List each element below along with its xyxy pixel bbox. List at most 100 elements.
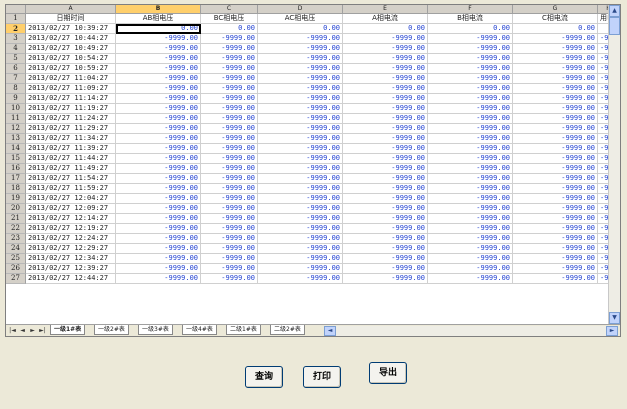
scroll-left-button[interactable]: ◄	[324, 326, 336, 336]
value-cell[interactable]: -9999.00	[201, 124, 258, 134]
row-number[interactable]: 9	[6, 94, 26, 104]
sheet-tab[interactable]: 二级1#表	[226, 325, 261, 335]
column-title[interactable]: BC相电压	[201, 14, 258, 24]
value-cell[interactable]: -9999.00	[258, 54, 343, 64]
value-cell[interactable]: -9999.00	[428, 104, 513, 114]
value-cell[interactable]: -9999.00	[428, 64, 513, 74]
value-cell[interactable]: -9999.00	[513, 64, 598, 74]
row-number[interactable]: 6	[6, 64, 26, 74]
value-cell[interactable]: -9999.00	[201, 74, 258, 84]
value-cell[interactable]: -9999.00	[343, 264, 428, 274]
value-cell[interactable]: -9999.00	[343, 154, 428, 164]
datetime-cell[interactable]: 2013/02/27 11:44:27	[26, 154, 116, 164]
value-cell[interactable]: -9999.00	[201, 224, 258, 234]
value-cell[interactable]: -9999.00	[258, 214, 343, 224]
value-cell[interactable]: -9999.00	[201, 264, 258, 274]
column-letter-f[interactable]: F	[428, 5, 513, 14]
value-cell[interactable]: 0.00	[428, 24, 513, 34]
value-cell[interactable]: -9999.00	[428, 214, 513, 224]
value-cell[interactable]: -9999.00	[343, 44, 428, 54]
column-title[interactable]: AC相电压	[258, 14, 343, 24]
datetime-cell[interactable]: 2013/02/27 12:29:27	[26, 244, 116, 254]
row-number[interactable]: 10	[6, 104, 26, 114]
row-number[interactable]: 13	[6, 134, 26, 144]
value-cell[interactable]: -9999.00	[428, 204, 513, 214]
row-number[interactable]: 7	[6, 74, 26, 84]
select-all-corner[interactable]	[6, 5, 26, 14]
value-cell[interactable]: -9999.00	[428, 124, 513, 134]
row-number[interactable]: 22	[6, 224, 26, 234]
datetime-cell[interactable]: 2013/02/27 11:59:27	[26, 184, 116, 194]
value-cell[interactable]: -9999.00	[343, 274, 428, 284]
value-cell[interactable]: -9999.00	[201, 144, 258, 154]
value-cell[interactable]: -9999.00	[513, 144, 598, 154]
value-cell[interactable]: -9999.00	[428, 94, 513, 104]
value-cell[interactable]: -9999.00	[116, 94, 201, 104]
row-number[interactable]: 8	[6, 84, 26, 94]
datetime-cell[interactable]: 2013/02/27 12:09:27	[26, 204, 116, 214]
value-cell[interactable]: -9999.00	[116, 194, 201, 204]
datetime-cell[interactable]: 2013/02/27 11:19:27	[26, 104, 116, 114]
sheet-tab[interactable]: 二级2#表	[270, 325, 305, 335]
value-cell[interactable]: -9999.00	[513, 254, 598, 264]
value-cell[interactable]: -9999.00	[116, 204, 201, 214]
value-cell[interactable]: -9999.00	[513, 164, 598, 174]
value-cell[interactable]: -9999.00	[116, 74, 201, 84]
value-cell[interactable]: -9999.00	[258, 194, 343, 204]
value-cell[interactable]: -9999.00	[258, 264, 343, 274]
value-cell[interactable]: -9999.00	[428, 184, 513, 194]
value-cell[interactable]: -9999.00	[428, 234, 513, 244]
value-cell[interactable]: -9999.00	[428, 34, 513, 44]
value-cell[interactable]: -9999.00	[201, 154, 258, 164]
value-cell[interactable]: -9999.00	[343, 34, 428, 44]
value-cell[interactable]: -9999.00	[343, 94, 428, 104]
value-cell[interactable]: -9999.00	[258, 254, 343, 264]
scroll-down-button[interactable]: ▼	[609, 312, 620, 324]
value-cell[interactable]: -9999.00	[343, 164, 428, 174]
value-cell[interactable]: -9999.00	[258, 204, 343, 214]
value-cell[interactable]: -9999.00	[258, 74, 343, 84]
sheet-tab[interactable]: 一级2#表	[94, 325, 129, 335]
value-cell[interactable]: -9999.00	[428, 84, 513, 94]
value-cell[interactable]: -9999.00	[513, 84, 598, 94]
datetime-cell[interactable]: 2013/02/27 11:49:27	[26, 164, 116, 174]
value-cell[interactable]: -9999.00	[513, 34, 598, 44]
datetime-cell[interactable]: 2013/02/27 12:14:27	[26, 214, 116, 224]
row-number[interactable]: 23	[6, 234, 26, 244]
value-cell[interactable]: -9999.00	[116, 254, 201, 264]
row-number[interactable]: 1	[6, 14, 26, 24]
print-button[interactable]: 打印	[303, 366, 341, 388]
column-title[interactable]: A相电流	[343, 14, 428, 24]
value-cell[interactable]: -9999.00	[116, 244, 201, 254]
value-cell[interactable]: -9999.00	[513, 114, 598, 124]
value-cell[interactable]: -9999.00	[513, 44, 598, 54]
row-number[interactable]: 5	[6, 54, 26, 64]
nav-first-sheet-button[interactable]: |◄	[8, 326, 17, 335]
value-cell[interactable]: -9999.00	[513, 134, 598, 144]
nav-prev-sheet-button[interactable]: ◄	[18, 326, 27, 335]
value-cell[interactable]: -9999.00	[258, 114, 343, 124]
value-cell[interactable]: -9999.00	[428, 134, 513, 144]
value-cell[interactable]: -9999.00	[343, 134, 428, 144]
value-cell[interactable]: -9999.00	[201, 194, 258, 204]
value-cell[interactable]: -9999.00	[116, 104, 201, 114]
row-number[interactable]: 20	[6, 204, 26, 214]
column-letter-g[interactable]: G	[513, 5, 598, 14]
column-letter-b[interactable]: B	[116, 5, 201, 14]
row-number[interactable]: 26	[6, 264, 26, 274]
value-cell[interactable]: -9999.00	[513, 174, 598, 184]
value-cell[interactable]: -9999.00	[116, 114, 201, 124]
value-cell[interactable]: -9999.00	[258, 274, 343, 284]
vertical-scroll-thumb[interactable]	[609, 17, 620, 35]
row-number[interactable]: 21	[6, 214, 26, 224]
column-letter-a[interactable]: A	[26, 5, 116, 14]
query-button[interactable]: 查询	[245, 366, 283, 388]
value-cell[interactable]: -9999.00	[258, 104, 343, 114]
value-cell[interactable]: -9999.00	[343, 174, 428, 184]
value-cell[interactable]: -9999.00	[428, 274, 513, 284]
value-cell[interactable]: -9999.00	[343, 64, 428, 74]
value-cell[interactable]: -9999.00	[428, 54, 513, 64]
export-button[interactable]: 导出	[369, 362, 407, 384]
value-cell[interactable]: -9999.00	[116, 44, 201, 54]
value-cell[interactable]: -9999.00	[201, 174, 258, 184]
